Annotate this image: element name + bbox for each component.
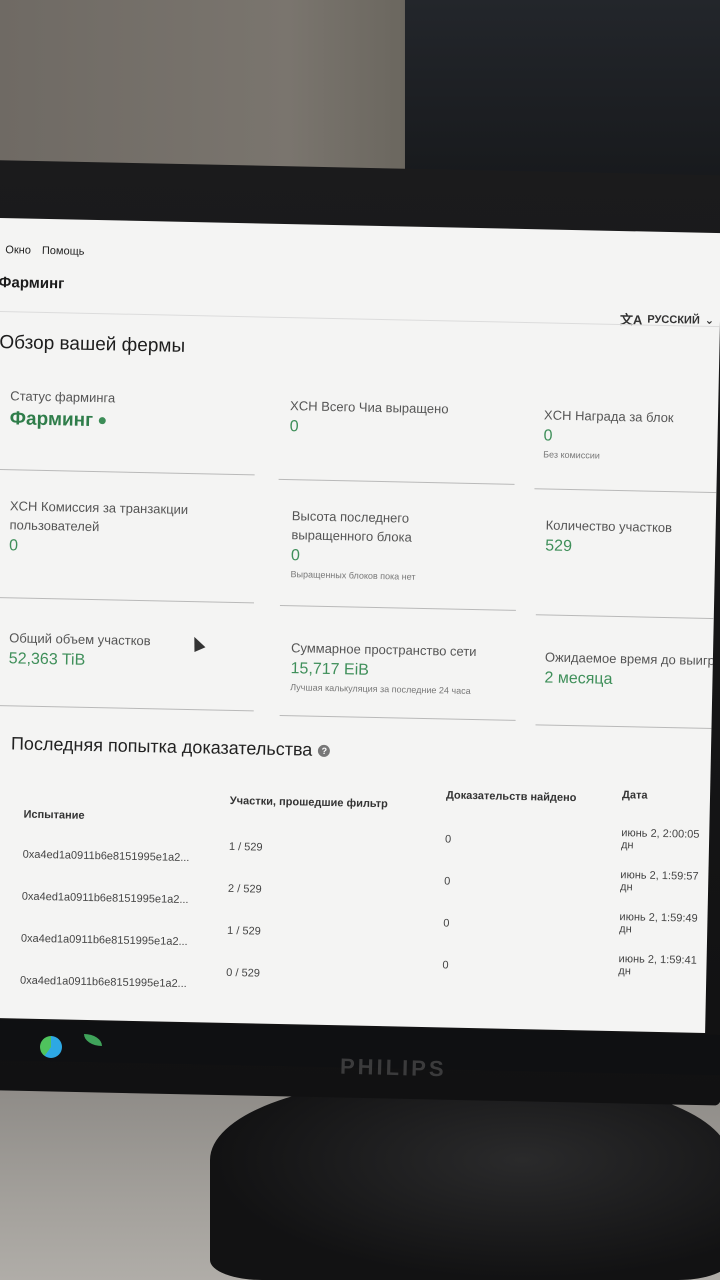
row-proofs: 0 xyxy=(444,875,451,888)
row-plots: 1 / 529 xyxy=(226,924,261,938)
card-label: Высота последнего выращенного блока xyxy=(291,508,412,545)
edge-browser-icon[interactable] xyxy=(40,1036,62,1058)
card-value: 0 xyxy=(290,547,301,565)
card-label: XCH Комиссия за транзакции пользователей xyxy=(9,498,189,535)
language-selector[interactable]: 文A РУССКИЙ ⌄ xyxy=(620,309,714,330)
card-plot-count: Количество участков 529 xyxy=(535,515,720,620)
card-label: Ожидаемое время до выигрыш xyxy=(544,649,720,669)
card-label: Статус фарминга xyxy=(10,388,116,406)
translate-icon: 文A xyxy=(619,312,643,328)
card-value: Фарминг xyxy=(0,408,256,435)
column-header-proofs[interactable]: Доказательств найдено xyxy=(446,789,577,804)
menu-bar: Окно Помощь xyxy=(5,244,92,258)
row-proofs: 0 xyxy=(444,833,452,846)
card-sub: Выращенных блоков пока нет xyxy=(290,569,416,582)
page-title: Фарминг xyxy=(0,273,65,293)
card-total-plot-size: Общий объем участков 52,363 TiB xyxy=(0,628,256,712)
status-dot-icon xyxy=(98,417,107,425)
row-date: июнь 2, 2:00:05 дн xyxy=(620,827,700,852)
row-plots: 2 / 529 xyxy=(227,882,262,896)
row-challenge: 0xa4ed1a0911b6e8151995e1a2... xyxy=(20,932,188,949)
monitor-brand-logo: PHILIPS xyxy=(339,1053,447,1082)
card-value: 0 xyxy=(543,427,553,445)
card-value: 0 xyxy=(289,418,299,436)
card-value: 15,717 EiB xyxy=(290,660,370,679)
toolbar-divider xyxy=(0,310,720,328)
card-block-reward: XCH Награда за блок 0 Без комиссии xyxy=(534,405,720,494)
card-label: Суммарное пространство сети xyxy=(290,640,477,660)
card-total-xch: XCH Всего Чиа выращено 0 xyxy=(278,395,517,485)
row-challenge: 0xa4ed1a0911b6e8151995e1a2... xyxy=(19,974,187,991)
background-dark xyxy=(405,0,720,190)
app-window: Окно Помощь Фарминг 文A РУССКИЙ ⌄ Обзор в… xyxy=(0,218,720,1033)
help-icon[interactable]: ? xyxy=(318,744,331,757)
proof-section-title: Последняя попытка доказательства ? xyxy=(11,733,331,761)
card-label: Общий объем участков xyxy=(9,630,151,649)
card-expected-time: Ожидаемое время до выигрыш 2 месяца xyxy=(535,647,720,730)
card-netspace: Суммарное пространство сети 15,717 EiB Л… xyxy=(279,637,518,721)
card-label: XCH Всего Чиа выращено xyxy=(289,398,449,417)
card-value: 0 xyxy=(8,537,19,555)
row-date: июнь 2, 1:59:41 дн xyxy=(618,953,697,978)
card-label: XCH Награда за блок xyxy=(543,407,674,426)
row-challenge: 0xa4ed1a0911b6e8151995e1a2... xyxy=(21,890,189,907)
card-sub: Лучшая калькуляция за последние 24 часа xyxy=(290,682,471,696)
card-label: Количество участков xyxy=(545,517,673,536)
card-value: 529 xyxy=(545,537,573,556)
card-value: 2 месяца xyxy=(544,669,613,688)
row-date: июнь 2, 1:59:57 дн xyxy=(619,869,699,894)
card-sub: Без комиссии xyxy=(543,449,600,461)
menu-item-window[interactable]: Окно xyxy=(5,244,31,257)
menu-item-help[interactable]: Помощь xyxy=(42,245,85,258)
monitor-stand xyxy=(210,1080,720,1280)
row-plots: 0 / 529 xyxy=(226,966,260,980)
card-value: 52,363 TiB xyxy=(8,650,86,669)
column-header-challenge[interactable]: Испытание xyxy=(23,809,84,822)
row-date: июнь 2, 1:59:49 дн xyxy=(619,911,698,936)
column-header-date[interactable]: Дата xyxy=(622,789,648,802)
row-proofs: 0 xyxy=(443,917,450,930)
card-farming-status: Статус фарминга Фарминг xyxy=(0,386,257,476)
card-last-block-height: Высота последнего выращенного блока 0 Вы… xyxy=(279,505,518,611)
card-user-fees: XCH Комиссия за транзакции пользователей… xyxy=(0,496,257,604)
row-plots: 1 / 529 xyxy=(228,840,263,854)
overview-title: Обзор вашей фермы xyxy=(0,332,186,357)
row-challenge: 0xa4ed1a0911b6e8151995e1a2... xyxy=(22,848,190,865)
column-header-plots[interactable]: Участки, прошедшие фильтр xyxy=(230,795,388,810)
row-proofs: 0 xyxy=(442,959,449,972)
